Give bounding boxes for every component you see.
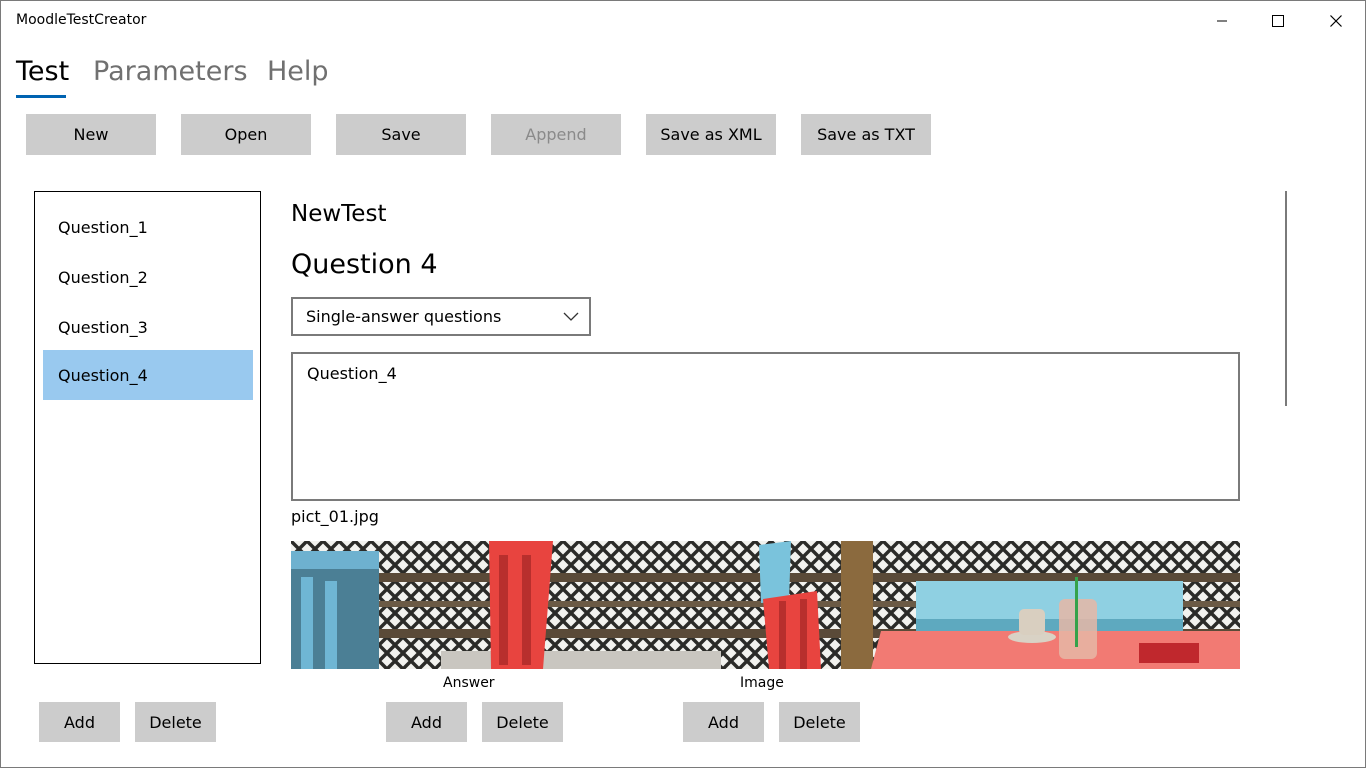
tab-test[interactable]: Test bbox=[16, 56, 69, 87]
question-list[interactable]: Question_1 Question_2 Question_3 Questio… bbox=[34, 191, 261, 664]
save-as-xml-button[interactable]: Save as XML bbox=[646, 114, 776, 155]
title-bar: MoodleTestCreator bbox=[0, 0, 1366, 42]
question-list-item-label: Question_3 bbox=[58, 317, 148, 337]
chevron-down-icon bbox=[563, 312, 579, 321]
selected-tab-indicator bbox=[16, 95, 66, 98]
question-list-item-label: Question_4 bbox=[58, 365, 148, 385]
delete-image-button[interactable]: Delete bbox=[779, 702, 860, 742]
question-image bbox=[291, 541, 1240, 669]
add-image-button[interactable]: Add bbox=[683, 702, 764, 742]
add-answer-button[interactable]: Add bbox=[386, 702, 467, 742]
add-question-button[interactable]: Add bbox=[39, 702, 120, 742]
new-button[interactable]: New bbox=[26, 114, 156, 155]
cafe-photo bbox=[291, 541, 1240, 669]
question-list-item-selected[interactable]: Question_4 bbox=[43, 350, 253, 400]
answer-group-label: Answer bbox=[443, 675, 495, 691]
question-list-item-label: Question_1 bbox=[58, 217, 148, 237]
image-group-label: Image bbox=[740, 675, 784, 691]
minimize-icon bbox=[1217, 20, 1227, 22]
question-list-item[interactable]: Question_2 bbox=[43, 252, 253, 302]
open-button[interactable]: Open bbox=[181, 114, 311, 155]
question-title: Question 4 bbox=[291, 249, 438, 280]
image-filename: pict_01.jpg bbox=[291, 507, 379, 526]
question-type-value: Single-answer questions bbox=[306, 307, 502, 326]
minimize-button[interactable] bbox=[1194, 0, 1250, 42]
vertical-scrollbar[interactable] bbox=[1285, 191, 1287, 406]
delete-question-button[interactable]: Delete bbox=[135, 702, 216, 742]
question-type-dropdown[interactable]: Single-answer questions bbox=[291, 297, 591, 336]
tab-help[interactable]: Help bbox=[267, 56, 329, 87]
save-button[interactable]: Save bbox=[336, 114, 466, 155]
append-button[interactable]: Append bbox=[491, 114, 621, 155]
question-text-input[interactable]: Question_4 bbox=[291, 352, 1240, 501]
maximize-icon bbox=[1272, 15, 1284, 27]
delete-answer-button[interactable]: Delete bbox=[482, 702, 563, 742]
question-list-item[interactable]: Question_3 bbox=[43, 302, 253, 352]
question-list-item[interactable]: Question_1 bbox=[43, 202, 253, 252]
close-button[interactable] bbox=[1308, 0, 1364, 42]
maximize-button[interactable] bbox=[1250, 0, 1306, 42]
close-icon bbox=[1330, 15, 1342, 27]
tab-parameters[interactable]: Parameters bbox=[93, 56, 248, 87]
app-title: MoodleTestCreator bbox=[16, 12, 147, 28]
question-text-value: Question_4 bbox=[307, 364, 397, 383]
question-list-item-label: Question_2 bbox=[58, 267, 148, 287]
save-as-txt-button[interactable]: Save as TXT bbox=[801, 114, 931, 155]
test-name: NewTest bbox=[291, 201, 387, 227]
